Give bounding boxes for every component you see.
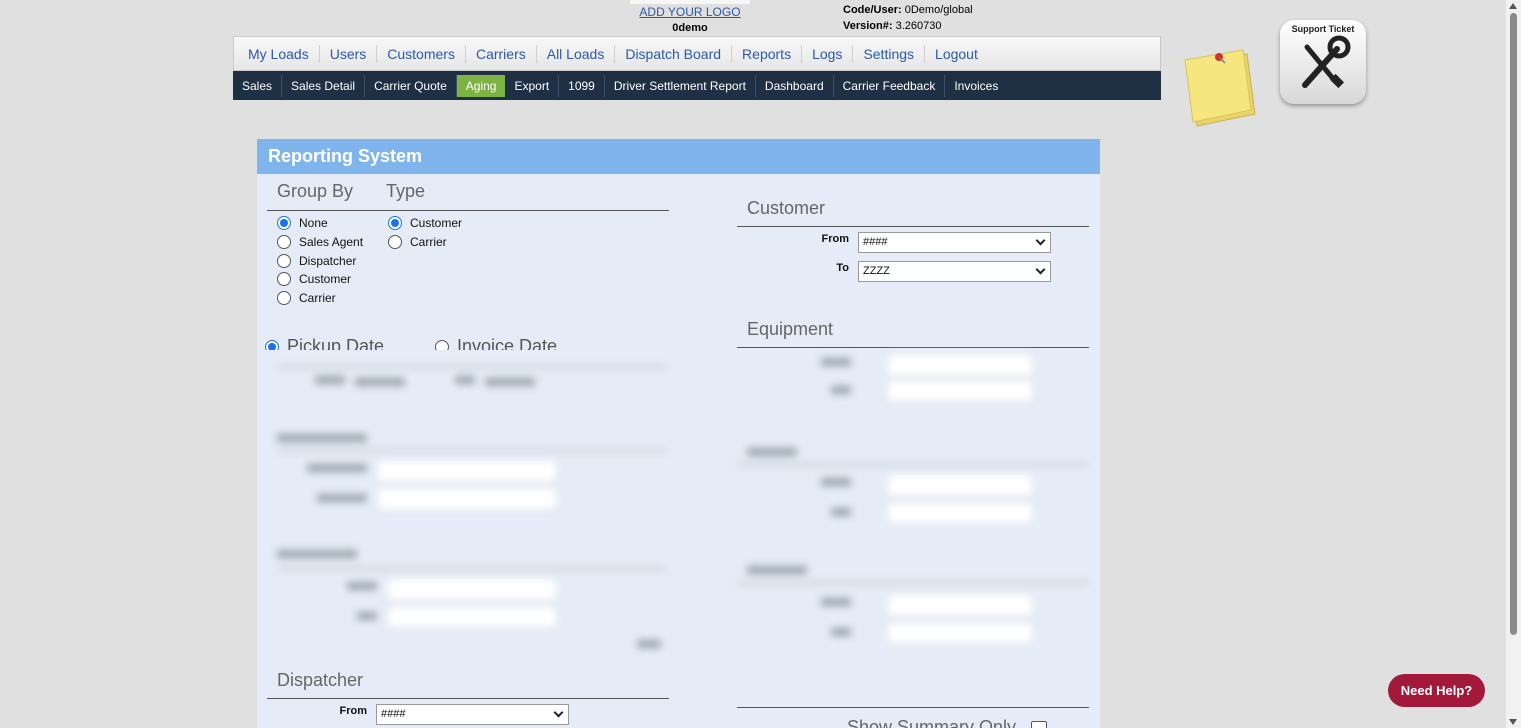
- select-value: ####: [863, 236, 888, 248]
- nav-dispatch-board[interactable]: Dispatch Board: [615, 44, 733, 63]
- subnav-aging[interactable]: Aging: [456, 74, 506, 97]
- nav-settings[interactable]: Settings: [853, 44, 926, 63]
- sticky-notes-icon[interactable]: [1183, 48, 1261, 128]
- tools-icon: [1302, 35, 1351, 89]
- radio-icon[interactable]: [435, 339, 449, 350]
- date-basis-row: Pickup Date Invoice Date: [265, 335, 665, 350]
- need-help-button[interactable]: Need Help?: [1388, 674, 1485, 707]
- radio-icon[interactable]: [277, 291, 291, 305]
- chevron-down-icon: [1035, 235, 1046, 246]
- groupby-sales-agent-option[interactable]: Sales Agent: [277, 235, 363, 249]
- divider: [737, 347, 1089, 348]
- nav-logs[interactable]: Logs: [802, 44, 854, 63]
- divider: [267, 210, 669, 211]
- customer-from-label: From: [821, 233, 850, 245]
- option-label: Sales Agent: [299, 235, 364, 249]
- select-value: ####: [381, 708, 406, 720]
- equipment-title: Equipment: [747, 319, 834, 339]
- groupby-none-option[interactable]: None: [277, 216, 328, 230]
- code-user-value: 0Demo/global: [904, 4, 973, 16]
- logo-placeholder: [630, 0, 750, 4]
- dispatcher-from-label: From: [339, 705, 368, 717]
- radio-icon[interactable]: [277, 235, 291, 249]
- chevron-down-icon: [553, 707, 564, 718]
- radio-icon[interactable]: [277, 254, 291, 268]
- type-customer-option[interactable]: Customer: [388, 216, 462, 230]
- add-logo-link[interactable]: ADD YOUR LOGO: [630, 5, 750, 19]
- subnav-sales-detail[interactable]: Sales Detail: [282, 74, 366, 97]
- show-summary-label: Show Summary Only: [847, 717, 1017, 728]
- support-ticket-label: Support Ticket: [1291, 24, 1355, 34]
- subnav-carrier-quote[interactable]: Carrier Quote: [365, 74, 457, 97]
- reporting-panel: Reporting System Group By Type None Sale…: [257, 139, 1100, 728]
- scroll-up-icon[interactable]: [1509, 3, 1517, 9]
- type-title: Type: [386, 181, 426, 201]
- version-info: Code/User: 0Demo/global Version#: 3.2607…: [843, 2, 973, 34]
- subnav-carrier-feedback[interactable]: Carrier Feedback: [834, 74, 946, 97]
- option-label: Pickup Date: [287, 336, 385, 350]
- option-label: Dispatcher: [299, 254, 357, 268]
- customer-to-select[interactable]: ZZZZ: [858, 261, 1051, 282]
- option-label: Customer: [410, 216, 463, 230]
- dispatcher-title: Dispatcher: [277, 670, 364, 690]
- dispatcher-from-select[interactable]: ####: [376, 704, 569, 725]
- show-summary-checkbox[interactable]: [1031, 721, 1047, 728]
- main-nav: My Loads Users Customers Carriers All Lo…: [233, 36, 1161, 71]
- customer-title: Customer: [747, 198, 826, 218]
- reports-subnav: Sales Sales Detail Carrier Quote Aging E…: [233, 71, 1161, 100]
- scroll-down-icon[interactable]: [1509, 719, 1517, 725]
- customer-to-label: To: [836, 262, 849, 274]
- version-label: Version#:: [843, 20, 893, 32]
- nav-all-loads[interactable]: All Loads: [537, 44, 616, 63]
- subnav-1099[interactable]: 1099: [559, 74, 605, 97]
- obscured-left-region: [257, 350, 677, 660]
- option-label: Customer: [299, 272, 352, 286]
- chevron-down-icon: [1035, 264, 1046, 275]
- logo-area: ADD YOUR LOGO 0demo: [630, 0, 750, 34]
- nav-carriers[interactable]: Carriers: [466, 44, 537, 63]
- panel-title: Reporting System: [257, 139, 1100, 174]
- nav-users[interactable]: Users: [320, 44, 378, 63]
- nav-my-loads[interactable]: My Loads: [238, 44, 320, 63]
- divider: [737, 707, 1089, 708]
- page-scrollbar[interactable]: [1506, 0, 1521, 728]
- subnav-sales[interactable]: Sales: [233, 74, 283, 97]
- nav-customers[interactable]: Customers: [377, 44, 466, 63]
- option-label: None: [299, 216, 328, 230]
- divider: [737, 226, 1089, 227]
- pickup-date-option[interactable]: Pickup Date: [265, 336, 384, 350]
- customer-from-select[interactable]: ####: [858, 232, 1051, 253]
- groupby-carrier-option[interactable]: Carrier: [277, 291, 336, 305]
- select-value: ZZZZ: [863, 265, 890, 277]
- obscured-right-region: [737, 350, 1100, 670]
- radio-icon[interactable]: [388, 235, 402, 249]
- version-value: 3.260730: [895, 20, 942, 32]
- scroll-thumb[interactable]: [1510, 13, 1517, 635]
- groupby-dispatcher-option[interactable]: Dispatcher: [277, 254, 356, 268]
- type-carrier-option[interactable]: Carrier: [388, 235, 447, 249]
- groupby-customer-option[interactable]: Customer: [277, 272, 351, 286]
- radio-icon[interactable]: [277, 216, 291, 230]
- subnav-driver-settlement-report[interactable]: Driver Settlement Report: [605, 74, 756, 97]
- subnav-invoices[interactable]: Invoices: [945, 75, 1007, 97]
- code-user-label: Code/User:: [843, 4, 902, 16]
- nav-reports[interactable]: Reports: [732, 44, 803, 63]
- option-label: Invoice Date: [457, 336, 558, 350]
- company-code: 0demo: [672, 22, 708, 34]
- option-label: Carrier: [410, 235, 447, 249]
- support-ticket-button[interactable]: Support Ticket: [1280, 20, 1366, 104]
- nav-logout[interactable]: Logout: [925, 45, 988, 63]
- subnav-export[interactable]: Export: [505, 74, 560, 97]
- invoice-date-option[interactable]: Invoice Date: [435, 336, 557, 350]
- divider: [267, 698, 669, 699]
- group-by-title: Group By: [277, 181, 354, 201]
- radio-icon[interactable]: [388, 216, 402, 230]
- radio-icon[interactable]: [265, 339, 279, 350]
- radio-icon[interactable]: [277, 272, 291, 286]
- subnav-dashboard[interactable]: Dashboard: [756, 74, 834, 97]
- option-label: Carrier: [299, 291, 336, 305]
